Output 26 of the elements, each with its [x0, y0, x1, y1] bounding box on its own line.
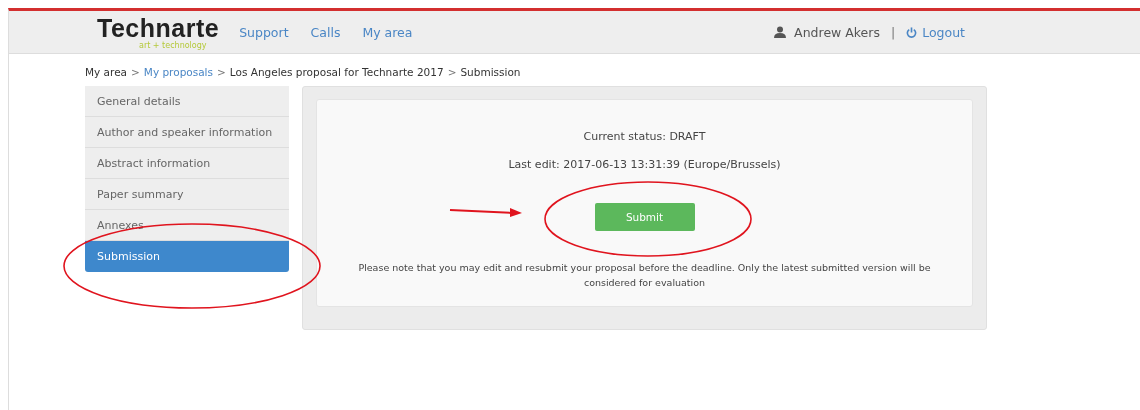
logo-tagline: art + technology: [139, 42, 208, 50]
note-text: Please note that you may edit and resubmit your proposal before the deadline. Only the latest submitted version will be considered for evaluation: [357, 261, 932, 290]
divider: |: [890, 24, 896, 40]
breadcrumb-item: Los Angeles proposal for Technarte 2017: [229, 66, 444, 78]
sidebar-item[interactable]: Submission: [85, 241, 289, 272]
breadcrumb-item: Submission: [460, 66, 521, 78]
breadcrumb-separator: >: [131, 66, 140, 78]
nav-link[interactable]: My area: [362, 24, 413, 40]
user-icon: [774, 26, 787, 38]
user-name: Andrew Akers: [794, 24, 880, 40]
nav-link[interactable]: Support: [239, 24, 289, 40]
breadcrumb-item: My area: [85, 66, 128, 78]
sidebar-item[interactable]: Author and speaker information: [85, 117, 289, 148]
submit-button[interactable]: Submit: [594, 203, 695, 231]
sidebar-item[interactable]: General details: [85, 86, 289, 117]
status-text: Current status: DRAFT: [583, 130, 706, 143]
power-icon: [906, 26, 918, 38]
sidebar-item[interactable]: Annexes: [85, 210, 289, 241]
breadcrumb-separator: >: [447, 66, 457, 78]
breadcrumb-separator: >: [217, 66, 226, 78]
logout-link[interactable]: Logout: [906, 24, 965, 40]
nav-link[interactable]: Calls: [310, 24, 341, 40]
sidebar-item[interactable]: Paper summary: [85, 179, 289, 210]
sidebar-item[interactable]: Abstract information: [85, 148, 289, 179]
breadcrumb-link[interactable]: My proposals: [143, 66, 213, 78]
last-edit-text: Last edit: 2017-06-13 13:31:39 (Europe/Brussels): [508, 158, 781, 171]
